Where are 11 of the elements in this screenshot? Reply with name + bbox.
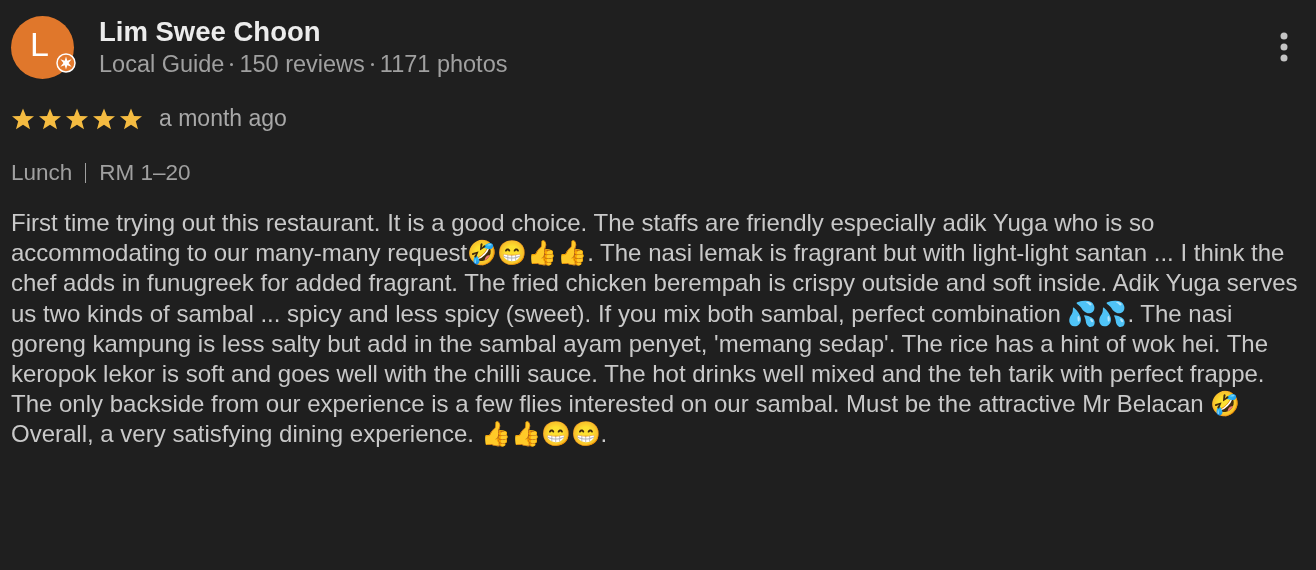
review-text: First time trying out this restaurant. It is a good choice. The staffs are friendly especially adik Yuga who is so accommodating to our many-many request🤣😁👍👍. The nasi lemak is fragrant but with light-light santan ... I think the chef adds in funugreek for added fragrant. The fried chicken berempah is crispy outside and soft inside. Adik Yuga serves us two kinds of sambal ... spicy and less spicy (sweet). If you mix both sambal, perfect combination 💦💦. The nasi goreng kampung is less salty but add in the sambal ayam penyet, 'memang sedap'. The rice has a hint of wok hei. The keropok lekor is soft and goes well with the chilli sauce. The hot drinks well mixed and the teh tarik with perfect frappe. The only backside from our experience is a few flies interested on our sambal. Must be the attractive Mr Belacan 🤣 Overall, a very satisfying dining experience. 👍👍😁😁. <box>11 208 1299 450</box>
reviewer-stat: 150 reviews <box>239 50 365 79</box>
review-tag: RM 1–20 <box>99 160 191 186</box>
separator-dot-icon <box>370 62 374 66</box>
review-tag: Lunch <box>11 160 73 186</box>
review-time: a month ago <box>159 105 287 132</box>
separator-dot-icon <box>230 62 234 66</box>
more-options-icon[interactable] <box>1280 32 1288 62</box>
reviewer-stat: Local Guide <box>99 50 225 79</box>
reviewer-stat: 1171 photos <box>379 50 508 79</box>
reviewer-name[interactable]: Lim Swee Choon <box>99 16 508 48</box>
